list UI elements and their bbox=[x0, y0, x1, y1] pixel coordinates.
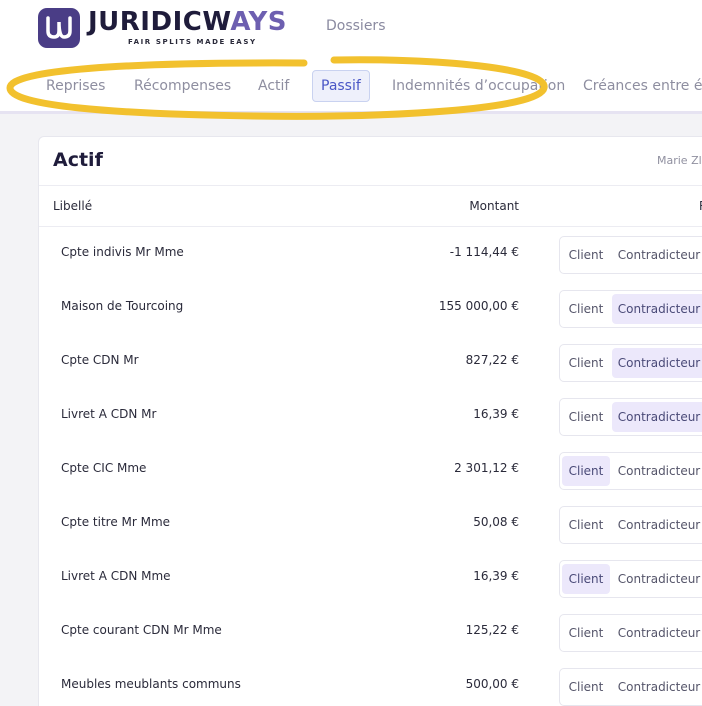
row-libelle: Cpte titre Mr Mme bbox=[61, 515, 171, 529]
tab-reprises[interactable]: Reprises bbox=[46, 70, 105, 102]
contradicteur-option-button[interactable]: Contradicteur bbox=[612, 294, 702, 324]
card-user-name: Marie Zl bbox=[657, 154, 702, 167]
card-title: Actif bbox=[53, 149, 103, 171]
table-row: Livret A CDN Mme 16,39 € Client Contradicte… bbox=[39, 551, 702, 605]
actif-card: Actif Marie Zl Libellé Montant R Cpte in… bbox=[38, 136, 702, 706]
tab-recompenses[interactable]: Récompenses bbox=[134, 70, 231, 102]
row-montant: 500,00 € bbox=[465, 677, 519, 691]
row-libelle: Livret A CDN Mr bbox=[61, 407, 157, 421]
party-toggle: Client Contradicteur bbox=[559, 344, 702, 382]
row-montant: 2 301,12 € bbox=[454, 461, 519, 475]
row-montant: 16,39 € bbox=[473, 569, 519, 583]
row-libelle: Livret A CDN Mme bbox=[61, 569, 171, 583]
row-libelle: Meubles meublants communs bbox=[61, 677, 241, 691]
row-libelle: Maison de Tourcoing bbox=[61, 299, 184, 313]
party-toggle: Client Contradicteur bbox=[559, 506, 702, 544]
client-option-button[interactable]: Client bbox=[562, 348, 610, 378]
party-toggle: Client Contradicteur bbox=[559, 614, 702, 652]
nav-dossiers-link[interactable]: Dossiers bbox=[326, 18, 386, 34]
client-option-button[interactable]: Client bbox=[562, 456, 610, 486]
client-option-button[interactable]: Client bbox=[562, 294, 610, 324]
table-row: Cpte CIC Mme 2 301,12 € Client Contradicteu… bbox=[39, 443, 702, 497]
party-toggle: Client Contradicteur bbox=[559, 560, 702, 598]
tab-indemnites[interactable]: Indemnités d’occupation bbox=[392, 70, 565, 102]
table-row: Cpte CDN Mr 827,22 € Client Contradicteur bbox=[39, 335, 702, 389]
logo-icon[interactable] bbox=[38, 8, 80, 48]
contradicteur-option-button[interactable]: Contradicteur bbox=[612, 348, 702, 378]
row-libelle: Cpte courant CDN Mr Mme bbox=[61, 623, 222, 637]
contradicteur-option-button[interactable]: Contradicteur bbox=[612, 672, 702, 702]
client-option-button[interactable]: Client bbox=[562, 510, 610, 540]
tab-creances[interactable]: Créances entre ép bbox=[583, 70, 702, 102]
tab-passif[interactable]: Passif bbox=[312, 70, 370, 102]
row-montant: 827,22 € bbox=[465, 353, 519, 367]
client-option-button[interactable]: Client bbox=[562, 240, 610, 270]
client-option-button[interactable]: Client bbox=[562, 564, 610, 594]
table-row: Cpte courant CDN Mr Mme 125,22 € Client Con… bbox=[39, 605, 702, 659]
contradicteur-option-button[interactable]: Contradicteur bbox=[612, 618, 702, 648]
table-row: Cpte indivis Mr Mme -1 114,44 € Client Cont… bbox=[39, 227, 702, 281]
table-row: Meubles meublants communs 500,00 € Client C… bbox=[39, 659, 702, 706]
table-row: Maison de Tourcoing 155 000,00 € Client Con… bbox=[39, 281, 702, 335]
row-libelle: Cpte CDN Mr bbox=[61, 353, 139, 367]
row-montant: 155 000,00 € bbox=[438, 299, 519, 313]
row-montant: 50,08 € bbox=[473, 515, 519, 529]
row-libelle: Cpte CIC Mme bbox=[61, 461, 147, 475]
contradicteur-option-button[interactable]: Contradicteur bbox=[612, 402, 702, 432]
party-toggle: Client Contradicteur bbox=[559, 290, 702, 328]
contradicteur-option-button[interactable]: Contradicteur bbox=[612, 240, 702, 270]
client-option-button[interactable]: Client bbox=[562, 672, 610, 702]
tab-bar: Reprises Récompenses Actif Passif Indemn… bbox=[0, 58, 702, 114]
client-option-button[interactable]: Client bbox=[562, 402, 610, 432]
client-option-button[interactable]: Client bbox=[562, 618, 610, 648]
row-libelle: Cpte indivis Mr Mme bbox=[61, 245, 184, 259]
top-bar: JURIDICWAYS FAIR SPLITS MADE EASY Dossie… bbox=[0, 0, 702, 58]
party-toggle: Client Contradicteur bbox=[559, 668, 702, 706]
contradicteur-option-button[interactable]: Contradicteur bbox=[612, 510, 702, 540]
contradicteur-option-button[interactable]: Contradicteur bbox=[612, 456, 702, 486]
row-montant: 16,39 € bbox=[473, 407, 519, 421]
contradicteur-option-button[interactable]: Contradicteur bbox=[612, 564, 702, 594]
table-row: Livret A CDN Mr 16,39 € Client Contradicteu… bbox=[39, 389, 702, 443]
party-toggle: Client Contradicteur bbox=[559, 398, 702, 436]
party-toggle: Client Contradicteur bbox=[559, 452, 702, 490]
party-toggle: Client Contradicteur bbox=[559, 236, 702, 274]
tab-actif[interactable]: Actif bbox=[258, 70, 289, 102]
row-montant: 125,22 € bbox=[465, 623, 519, 637]
brand-tagline: FAIR SPLITS MADE EASY bbox=[128, 38, 257, 46]
table-row: Cpte titre Mr Mme 50,08 € Client Contradict… bbox=[39, 497, 702, 551]
divider bbox=[39, 185, 702, 186]
column-header-libelle: Libellé bbox=[53, 199, 93, 213]
column-header-montant: Montant bbox=[469, 199, 519, 213]
brand-name[interactable]: JURIDICWAYS bbox=[88, 8, 287, 36]
row-montant: -1 114,44 € bbox=[449, 245, 519, 259]
